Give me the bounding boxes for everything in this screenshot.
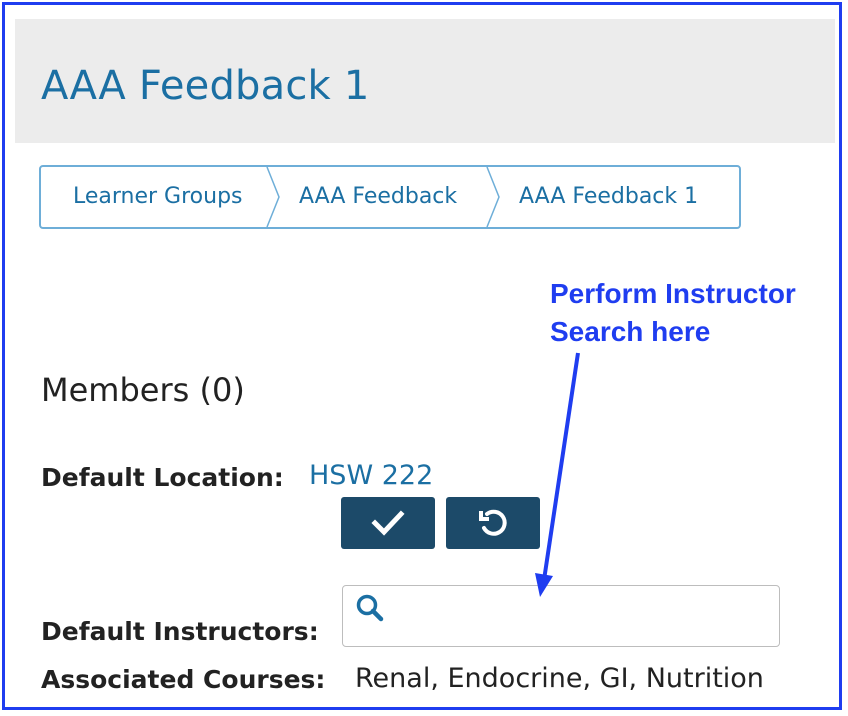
save-location-button[interactable] — [341, 497, 435, 549]
default-location-value[interactable]: HSW 222 — [309, 460, 433, 491]
breadcrumb-item-current: AAA Feedback 1 — [519, 184, 699, 209]
instructor-search-input[interactable] — [393, 596, 767, 636]
undo-icon — [479, 509, 507, 536]
instructor-search-box[interactable] — [342, 585, 780, 647]
page-header: AAA Feedback 1 — [15, 19, 835, 143]
breadcrumb-item-aaa-feedback[interactable]: AAA Feedback — [299, 167, 457, 227]
default-instructors-label: Default Instructors: — [41, 617, 319, 646]
members-heading: Members (0) — [41, 371, 245, 409]
breadcrumb-item-learner-groups[interactable]: Learner Groups — [73, 167, 243, 227]
annotation-line-1: Perform Instructor — [550, 278, 796, 309]
chevron-right-icon — [266, 167, 280, 227]
revert-location-button[interactable] — [446, 497, 540, 549]
search-icon — [356, 594, 384, 622]
page-title: AAA Feedback 1 — [41, 63, 370, 109]
check-icon — [371, 510, 405, 536]
chevron-right-icon — [486, 167, 500, 227]
instructor-search-annotation: Perform Instructor Search here — [550, 275, 796, 351]
default-location-label: Default Location: — [41, 463, 284, 492]
screenshot-frame: AAA Feedback 1 Learner Groups AAA Feedba… — [2, 2, 842, 710]
annotation-line-2: Search here — [550, 316, 711, 347]
breadcrumb: Learner Groups AAA Feedback AAA Feedback… — [39, 165, 741, 229]
associated-courses-label: Associated Courses: — [41, 665, 326, 694]
associated-courses-value: Renal, Endocrine, GI, Nutrition — [355, 663, 764, 694]
